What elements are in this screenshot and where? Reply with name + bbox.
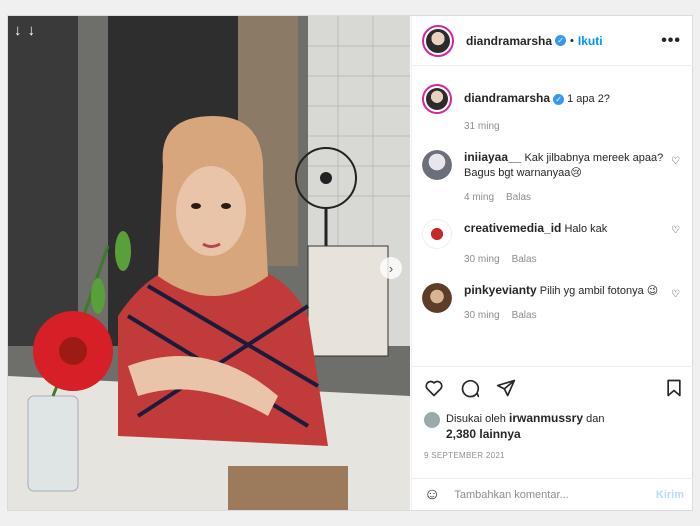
caption-item: diandramarsha ✓ 1 apa 2? 31 ming — [422, 84, 682, 134]
more-options-icon[interactable]: ••• — [661, 32, 681, 50]
post-actions: Disukai oleh irwanmussry dan 2,380 lainn… — [412, 366, 694, 460]
likes-count[interactable]: 2,380 lainnya — [446, 427, 521, 441]
comment-icon[interactable] — [460, 378, 480, 403]
verified-badge-icon: ✓ — [553, 93, 565, 105]
like-comment-heart-icon[interactable]: ♡ — [671, 156, 680, 167]
reply-button[interactable]: Balas — [506, 190, 531, 205]
photo-illustration — [8, 16, 410, 510]
commenter-avatar[interactable] — [422, 150, 452, 180]
caption-avatar[interactable] — [422, 84, 452, 114]
comment-time[interactable]: 30 ming — [464, 252, 500, 267]
commenter-avatar[interactable] — [422, 219, 452, 249]
emoji-icon[interactable]: ☺ — [424, 486, 440, 504]
comment-time[interactable]: 4 ming — [464, 190, 494, 205]
post-date[interactable]: 9 SEPTEMBER 2021 — [424, 451, 684, 460]
like-comment-heart-icon[interactable]: ♡ — [671, 289, 680, 300]
liker-avatar[interactable] — [424, 412, 440, 428]
separator-dot: • — [570, 34, 574, 47]
comment-item: iniiayaa__ Kak jilbabnya mereek apaa? Ba… — [422, 150, 682, 205]
comment-username[interactable]: diandramarsha — [464, 91, 550, 105]
heart-icon[interactable] — [424, 378, 444, 403]
reply-button[interactable]: Balas — [512, 308, 537, 323]
liker-username[interactable]: irwanmussry — [509, 411, 583, 425]
comments-list: diandramarsha ✓ 1 apa 2? 31 ming iniiayaa… — [412, 66, 694, 366]
reply-button[interactable]: Balas — [512, 252, 537, 267]
post-sidebar: diandramarsha ✓ • Ikuti ••• diandramarsh… — [411, 16, 694, 510]
comment-username[interactable]: pinkyevianty — [464, 283, 537, 297]
author-avatar[interactable] — [422, 24, 454, 57]
comment-text: 1 apa 2? — [567, 93, 610, 105]
add-comment-bar: ☺ Kirim — [412, 478, 694, 510]
bookmark-icon[interactable] — [664, 378, 684, 403]
follow-button[interactable]: Ikuti — [578, 34, 603, 48]
likes-summary: Disukai oleh irwanmussry dan 2,380 lainn… — [424, 411, 684, 443]
comment-text: Pilih yg ambil fotonya 😉 — [539, 285, 659, 297]
chevron-right-icon: › — [388, 260, 394, 276]
post-comment-button[interactable]: Kirim — [656, 489, 684, 501]
post-header: diandramarsha ✓ • Ikuti ••• — [412, 16, 693, 66]
comment-time[interactable]: 31 ming — [464, 119, 500, 134]
arrow-down-icon: ↓ — [27, 22, 36, 39]
carousel-next-button[interactable]: › — [380, 257, 402, 279]
photo-top-icons: ↓ ↓ — [14, 22, 35, 39]
likes-prefix: Disukai oleh — [446, 413, 506, 425]
comment-item: pinkyevianty Pilih yg ambil fotonya 😉 30… — [422, 283, 682, 323]
comment-input[interactable] — [454, 488, 656, 501]
verified-badge-icon: ✓ — [555, 35, 567, 46]
comment-username[interactable]: iniiayaa__ — [464, 150, 521, 164]
comment-item: creativemedia_id Halo kak 30 ming Balas … — [422, 219, 682, 267]
like-comment-heart-icon[interactable]: ♡ — [671, 225, 680, 236]
arrow-down-icon: ↓ — [14, 22, 22, 39]
post-photo[interactable]: ↓ ↓ › — [8, 16, 410, 510]
comment-text: Halo kak — [564, 223, 608, 235]
share-icon[interactable] — [496, 378, 516, 403]
commenter-avatar[interactable] — [422, 283, 452, 313]
post-modal: ↓ ↓ › diandramarsha ✓ • Ikuti ••• diandr… — [7, 15, 694, 511]
likes-joiner: dan — [586, 413, 605, 425]
comment-time[interactable]: 30 ming — [464, 308, 500, 323]
caption-text: diandramarsha ✓ 1 apa 2? — [464, 91, 664, 107]
comment-username[interactable]: creativemedia_id — [464, 221, 561, 235]
author-username[interactable]: diandramarsha — [466, 34, 552, 48]
